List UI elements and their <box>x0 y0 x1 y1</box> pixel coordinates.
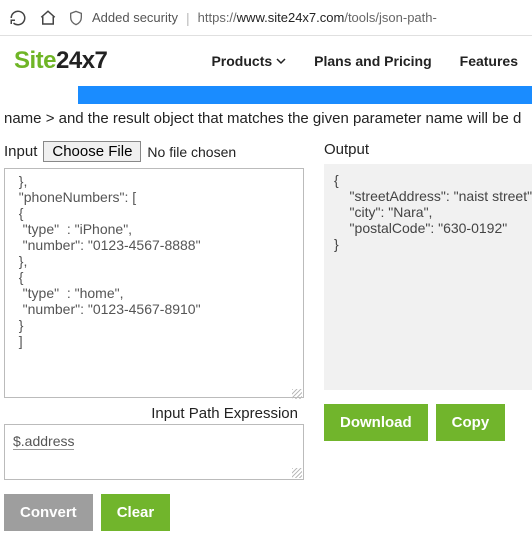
path-expression-label: Input Path Expression <box>4 401 304 424</box>
input-textarea[interactable] <box>4 168 304 398</box>
logo[interactable]: Site24x7 <box>14 47 107 75</box>
choose-file-button[interactable]: Choose File <box>43 141 141 162</box>
path-expression-input[interactable]: $.address <box>4 424 304 480</box>
copy-button[interactable]: Copy <box>436 404 506 441</box>
site-header: Site24x7 Products Plans and Pricing Feat… <box>0 36 532 86</box>
refresh-icon[interactable] <box>8 8 28 28</box>
nav-products[interactable]: Products <box>211 53 286 69</box>
convert-button[interactable]: Convert <box>4 494 93 531</box>
chevron-down-icon <box>276 56 286 66</box>
blue-banner <box>78 86 532 104</box>
divider: | <box>186 10 190 26</box>
browser-toolbar: Added security | https://www.site24x7.co… <box>0 0 532 36</box>
shield-icon <box>68 10 84 26</box>
address-bar[interactable]: Added security | https://www.site24x7.co… <box>68 10 524 26</box>
clear-button[interactable]: Clear <box>101 494 171 531</box>
nav-features[interactable]: Features <box>460 53 518 69</box>
no-file-label: No file chosen <box>147 144 236 160</box>
url-text: https://www.site24x7.com/tools/json-path… <box>198 10 437 25</box>
input-label: Input <box>4 143 37 160</box>
main-nav: Products Plans and Pricing Features <box>211 53 518 69</box>
nav-plans[interactable]: Plans and Pricing <box>314 53 431 69</box>
description-text: name > and the result object that matche… <box>0 104 532 141</box>
output-label: Output <box>324 141 532 158</box>
input-label-row: Input Choose File No file chosen <box>4 141 304 162</box>
security-label: Added security <box>92 10 178 25</box>
output-textarea[interactable]: { "streetAddress": "naist street", "city… <box>324 164 532 390</box>
path-expression-value: $.address <box>13 433 74 450</box>
download-button[interactable]: Download <box>324 404 428 441</box>
home-icon[interactable] <box>38 8 58 28</box>
